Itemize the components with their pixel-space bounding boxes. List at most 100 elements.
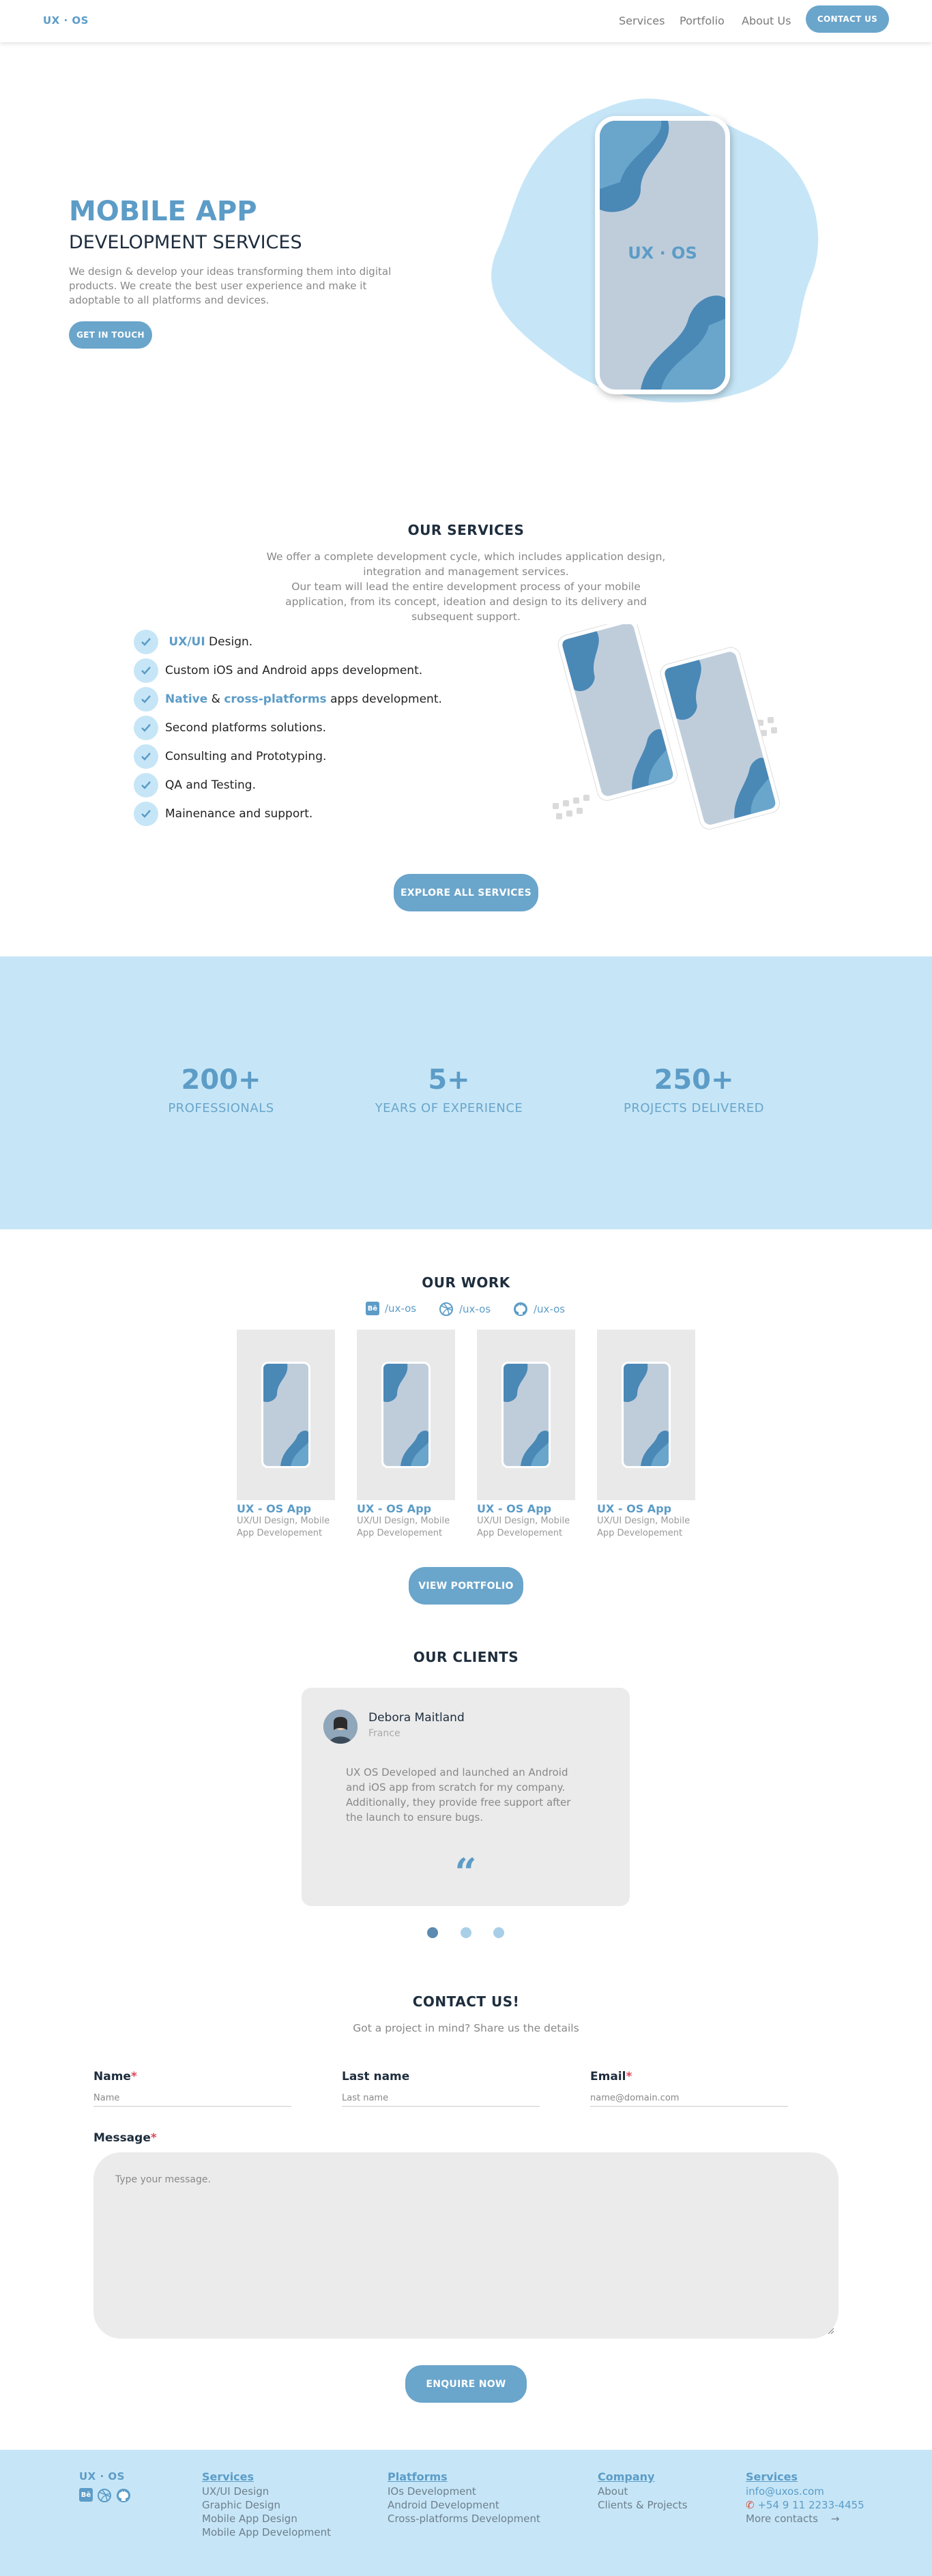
- testimonial-card: Debora Maitland France UX OS Developed a…: [302, 1688, 630, 1906]
- arrow-right-icon: →: [830, 2513, 840, 2525]
- service-text: Consulting and Prototyping.: [165, 750, 327, 763]
- hero-subtitle: DEVELOPMENT SERVICES: [69, 232, 302, 253]
- footer-heading[interactable]: Company: [598, 2470, 688, 2483]
- carousel-dot-active[interactable]: [427, 1927, 438, 1938]
- footer-more-contacts[interactable]: More contacts →: [746, 2512, 864, 2526]
- footer-link[interactable]: About: [598, 2485, 688, 2498]
- last-name-field[interactable]: Last name: [342, 2093, 540, 2107]
- stat-label: YEARS OF EXPERIENCE: [375, 1101, 523, 1115]
- portfolio-card-title: UX - OS App: [357, 1502, 432, 1515]
- portfolio-card[interactable]: UX - OS App UX/UI Design, Mobile App Dev…: [597, 1330, 695, 1540]
- footer-link[interactable]: Mobile App Design: [202, 2512, 331, 2526]
- resize-handle-icon[interactable]: [828, 2328, 834, 2334]
- check-icon: [134, 802, 158, 826]
- contact-title: CONTACT US!: [412, 1993, 520, 2010]
- phone-logo: UX · OS: [628, 244, 697, 263]
- service-item: Consulting and Prototyping.: [134, 742, 442, 771]
- footer-phone[interactable]: ✆ +54 9 11 2233-4455: [746, 2498, 864, 2512]
- github-link[interactable]: /ux-os: [513, 1302, 565, 1317]
- last-name-label: Last name: [342, 2070, 410, 2083]
- portfolio-card[interactable]: UX - OS App UX/UI Design, Mobile App Dev…: [477, 1330, 575, 1540]
- service-item: UX/UI Design.: [134, 628, 442, 656]
- portfolio-card-subtitle: UX/UI Design, Mobile App Developement: [477, 1516, 570, 1538]
- nav-link-about[interactable]: About Us: [742, 14, 791, 27]
- footer-link[interactable]: UX/UI Design: [202, 2485, 331, 2498]
- message-label: Message*: [93, 2131, 157, 2145]
- services-title: OUR SERVICES: [407, 522, 525, 538]
- top-navbar: UX · OS Services Portfolio About Us CONT…: [0, 0, 932, 42]
- enquire-now-button[interactable]: ENQUIRE NOW: [405, 2365, 527, 2403]
- nav-link-services[interactable]: Services: [619, 14, 665, 27]
- nav-logo[interactable]: UX · OS: [43, 14, 89, 27]
- dribbble-icon: [439, 1302, 453, 1316]
- stat-value: 200+: [181, 1064, 261, 1096]
- stat-label: PROFESSIONALS: [168, 1101, 274, 1115]
- portfolio-card[interactable]: UX - OS App UX/UI Design, Mobile App Dev…: [357, 1330, 455, 1540]
- carousel-dot[interactable]: [493, 1927, 504, 1938]
- dribbble-icon[interactable]: [97, 2488, 112, 2503]
- mini-phone-mockup: [261, 1362, 310, 1468]
- portfolio-card-title: UX - OS App: [237, 1502, 312, 1515]
- footer-col-contact: Services info@uxos.com ✆ +54 9 11 2233-4…: [746, 2470, 864, 2526]
- view-portfolio-button[interactable]: VIEW PORTFOLIO: [409, 1567, 523, 1605]
- hero-phone-mockup: UX · OS: [595, 116, 730, 394]
- portfolio-card-title: UX - OS App: [477, 1502, 552, 1515]
- portfolio-card-title: UX - OS App: [597, 1502, 672, 1515]
- quote-icon: “: [454, 1850, 477, 1895]
- mini-phone-mockup: [622, 1362, 671, 1468]
- check-icon: [134, 716, 158, 740]
- carousel-dot[interactable]: [461, 1927, 471, 1938]
- service-item: Native & cross-platforms apps developmen…: [134, 685, 442, 714]
- phone-icon: ✆: [746, 2499, 755, 2511]
- email-field[interactable]: name@domain.com: [590, 2093, 788, 2107]
- footer-link[interactable]: Cross-platforms Development: [388, 2512, 540, 2526]
- services-phones-illustration: [553, 624, 780, 830]
- service-text: Custom iOS and Android apps development.: [165, 664, 423, 677]
- get-in-touch-button[interactable]: GET IN TOUCH: [69, 321, 152, 349]
- footer-link[interactable]: Graphic Design: [202, 2498, 331, 2512]
- nav-link-portfolio[interactable]: Portfolio: [680, 14, 725, 27]
- mini-phone-mockup: [501, 1362, 551, 1468]
- footer-heading[interactable]: Platforms: [388, 2470, 540, 2483]
- footer-heading[interactable]: Services: [746, 2470, 864, 2483]
- footer-link[interactable]: IOs Development: [388, 2485, 540, 2498]
- behance-link[interactable]: Bē/ux-os: [366, 1302, 416, 1315]
- explore-services-button[interactable]: EXPLORE ALL SERVICES: [394, 874, 538, 911]
- portfolio-card-subtitle: UX/UI Design, Mobile App Developement: [597, 1516, 690, 1538]
- message-textarea[interactable]: Type your message.: [93, 2152, 839, 2339]
- contact-subtitle: Got a project in mind? Share us the deta…: [353, 2022, 579, 2034]
- services-list: UX/UI Design. Custom iOS and Android app…: [134, 628, 442, 828]
- check-icon: [134, 773, 158, 797]
- client-quote: UX OS Developed and launched an Android …: [346, 1766, 571, 1824]
- service-item: Mainenance and support.: [134, 800, 442, 828]
- email-label: Email*: [590, 2070, 632, 2083]
- portfolio-card-subtitle: UX/UI Design, Mobile App Developement: [357, 1516, 450, 1538]
- github-icon[interactable]: [116, 2488, 131, 2503]
- clients-title: OUR CLIENTS: [413, 1649, 519, 1665]
- behance-icon: Bē: [366, 1302, 379, 1315]
- contact-us-button[interactable]: CONTACT US: [806, 5, 889, 33]
- stat-years: 5+ YEARS OF EXPERIENCE: [364, 1064, 534, 1115]
- footer-link[interactable]: Android Development: [388, 2498, 540, 2512]
- message-placeholder: Type your message.: [115, 2174, 211, 2185]
- services-intro-1: We offer a complete development cycle, w…: [266, 551, 666, 578]
- stat-label: PROJECTS DELIVERED: [624, 1101, 764, 1115]
- hero-description: We design & develop your ideas transform…: [69, 265, 392, 306]
- service-text: UX/UI Design.: [169, 635, 253, 649]
- stat-projects: 250+ PROJECTS DELIVERED: [609, 1064, 779, 1115]
- footer-link[interactable]: Clients & Projects: [598, 2498, 688, 2512]
- service-text: Second platforms solutions.: [165, 721, 327, 735]
- portfolio-card[interactable]: UX - OS App UX/UI Design, Mobile App Dev…: [237, 1330, 335, 1540]
- check-icon: [134, 658, 158, 683]
- dribbble-link[interactable]: /ux-os: [439, 1302, 491, 1317]
- footer-heading[interactable]: Services: [202, 2470, 331, 2483]
- avatar: [323, 1710, 358, 1744]
- client-country: France: [368, 1728, 401, 1739]
- footer-link[interactable]: Mobile App Development: [202, 2526, 331, 2539]
- footer-email[interactable]: info@uxos.com: [746, 2485, 864, 2498]
- footer-logo[interactable]: UX · OS: [79, 2470, 125, 2483]
- portfolio-card-image: [357, 1330, 455, 1500]
- name-field[interactable]: Name: [93, 2093, 291, 2107]
- behance-icon[interactable]: Bē: [79, 2488, 93, 2502]
- service-text: Mainenance and support.: [165, 807, 313, 821]
